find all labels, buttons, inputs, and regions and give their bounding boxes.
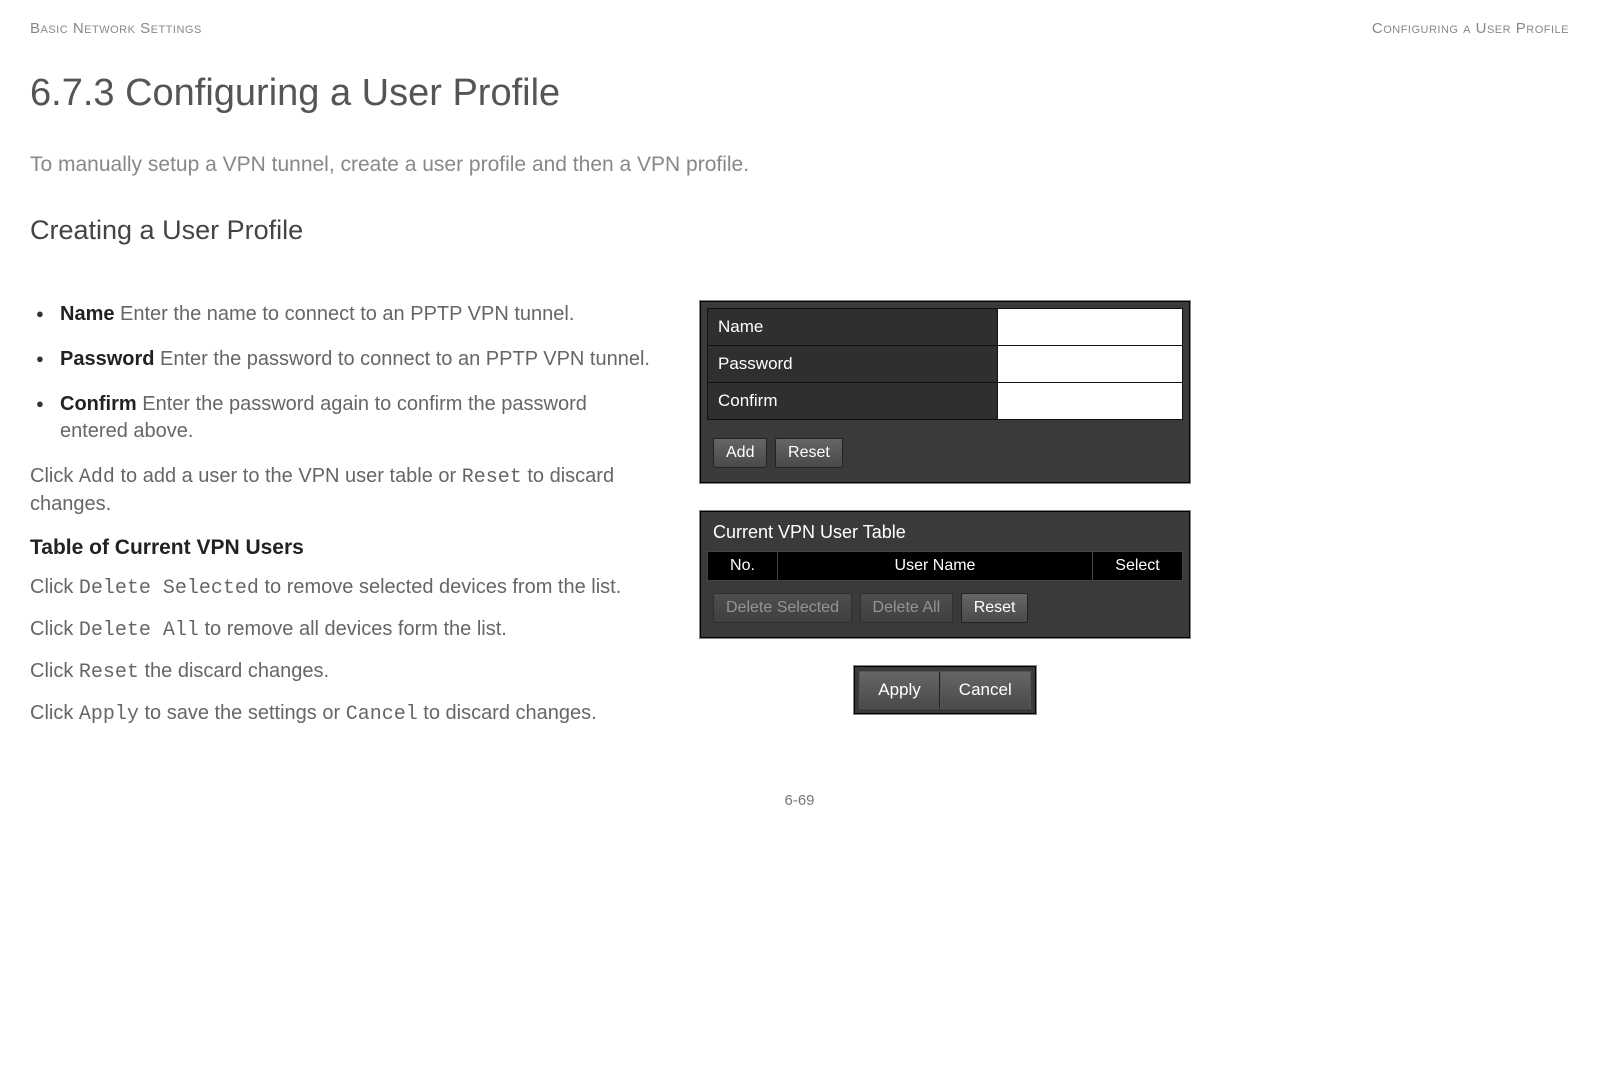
para-reset: Click Reset the discard changes. — [30, 658, 650, 686]
description-column: Name Enter the name to connect to an PPT… — [30, 301, 650, 742]
cancel-button[interactable]: Cancel — [940, 671, 1031, 709]
apply-button[interactable]: Apply — [859, 671, 940, 709]
bullet-name: Name Enter the name to connect to an PPT… — [60, 301, 650, 328]
header-left: Basic Network Settings — [30, 20, 202, 37]
password-input[interactable] — [1008, 353, 1172, 375]
name-input[interactable] — [1008, 316, 1172, 338]
subhead-table: Table of Current VPN Users — [30, 536, 650, 560]
header-right: Configuring a User Profile — [1372, 20, 1569, 37]
para-add-reset: Click Add to add a user to the VPN user … — [30, 463, 650, 518]
add-button[interactable]: Add — [713, 438, 767, 468]
section-title: Creating a User Profile — [30, 215, 1569, 246]
vpn-table-title: Current VPN User Table — [707, 518, 1183, 551]
delete-all-button[interactable]: Delete All — [860, 593, 954, 623]
col-select: Select — [1093, 552, 1183, 581]
col-username: User Name — [778, 552, 1093, 581]
para-delete-selected: Click Delete Selected to remove selected… — [30, 574, 650, 602]
confirm-input[interactable] — [1008, 390, 1172, 412]
bullet-password: Password Enter the password to connect t… — [60, 346, 650, 373]
table-reset-button[interactable]: Reset — [961, 593, 1029, 623]
label-name: Name — [708, 309, 998, 346]
user-profile-form-panel: Name Password Confirm Add Reset — [700, 301, 1190, 483]
page-number: 6-69 — [30, 792, 1569, 809]
label-confirm: Confirm — [708, 383, 998, 420]
para-apply-cancel: Click Apply to save the settings or Canc… — [30, 700, 650, 728]
reset-button[interactable]: Reset — [775, 438, 843, 468]
delete-selected-button[interactable]: Delete Selected — [713, 593, 852, 623]
para-delete-all: Click Delete All to remove all devices f… — [30, 616, 650, 644]
col-no: No. — [708, 552, 778, 581]
bullet-confirm: Confirm Enter the password again to conf… — [60, 391, 650, 445]
page-title: 6.7.3 Configuring a User Profile — [30, 72, 1569, 115]
vpn-user-table-panel: Current VPN User Table No. User Name Sel… — [700, 511, 1190, 638]
apply-cancel-panel: Apply Cancel — [854, 666, 1035, 714]
intro-text: To manually setup a VPN tunnel, create a… — [30, 153, 1569, 177]
label-password: Password — [708, 346, 998, 383]
